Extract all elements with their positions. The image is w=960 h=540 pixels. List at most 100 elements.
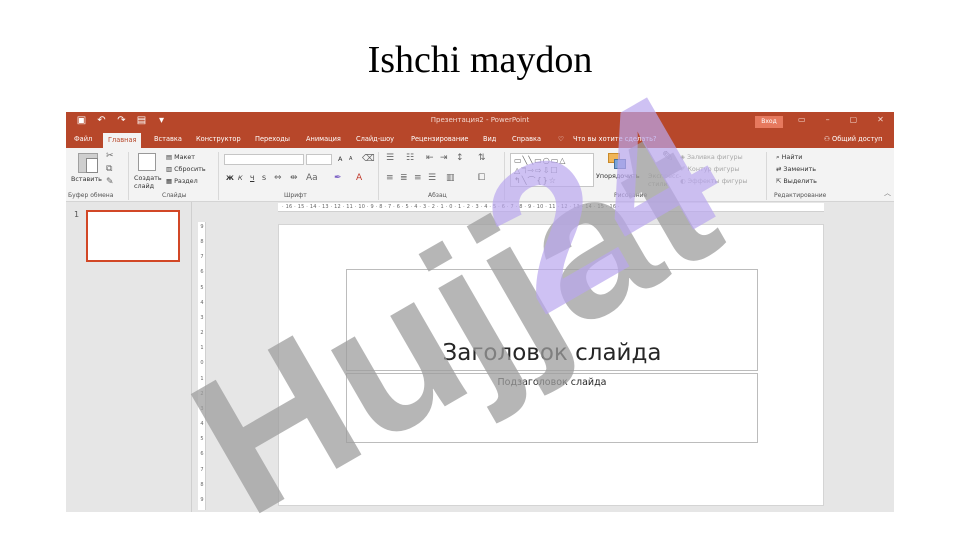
copy-icon[interactable]: ⧉ — [106, 164, 112, 174]
paste-button[interactable]: Вставить — [71, 175, 102, 183]
minimize-icon[interactable]: – — [826, 115, 830, 124]
ruler-tick-label: 8 — [200, 239, 204, 246]
arrange-button[interactable]: Упорядочить — [596, 172, 640, 180]
quick-styles-icon[interactable]: ✎ — [662, 150, 674, 164]
group-label-paragraph: Абзац — [428, 192, 447, 199]
underline-button[interactable]: Ч — [250, 174, 254, 182]
ruler-tick-label: 0 — [200, 360, 204, 367]
format-painter-icon[interactable]: ✎ — [106, 177, 114, 187]
ruler-tick-label: 9 — [200, 224, 204, 230]
tab-file[interactable]: Файл — [74, 135, 92, 143]
powerpoint-window: ▣ ↶ ↷ ▤ ▾ Презентация2 - PowerPoint Вход… — [66, 112, 894, 512]
bold-button[interactable]: Ж — [226, 174, 234, 182]
font-size-input[interactable] — [306, 154, 332, 165]
tab-insert[interactable]: Вставка — [154, 135, 182, 143]
tab-help[interactable]: Справка — [512, 135, 541, 143]
text-direction-icon[interactable]: ⇅ — [478, 153, 486, 163]
tab-animations[interactable]: Анимация — [306, 135, 341, 143]
reset-label: Сбросить — [174, 165, 206, 173]
align-left-icon[interactable]: ≡ — [386, 173, 394, 183]
justify-icon[interactable]: ☰ — [428, 173, 436, 183]
shadow-button[interactable]: S — [262, 174, 266, 182]
shape-effects-button[interactable]: ◐ Эффекты фигуры — [680, 177, 747, 185]
ruler-tick-label: 4 — [200, 421, 204, 428]
ruler-tick-label: 6 — [200, 269, 204, 276]
person-icon: ⚇ — [824, 135, 833, 143]
increase-font-size-button[interactable]: A — [338, 155, 342, 163]
decrease-indent-icon[interactable]: ⇤ — [426, 153, 434, 163]
tab-home[interactable]: Главная — [103, 133, 142, 148]
new-slide-button[interactable]: Создать слайд — [134, 174, 162, 190]
tab-view[interactable]: Вид — [483, 135, 496, 143]
ruler-tick-label: 6 — [200, 451, 204, 458]
share-button[interactable]: ⚇ Общий доступ — [824, 135, 882, 143]
reset-button[interactable]: ▥ Сбросить — [166, 165, 206, 173]
select-button[interactable]: ⇱ Выделить — [776, 177, 817, 185]
tab-design[interactable]: Конструктор — [196, 135, 241, 143]
reset-icon: ▥ — [166, 165, 175, 173]
ruler-tick-label: 2 — [200, 330, 204, 337]
section-button[interactable]: ▦ Раздел — [166, 177, 198, 185]
group-label-editing: Редактирование — [774, 192, 827, 199]
window-controls: ▭ – ▢ ✕ — [798, 115, 884, 124]
tell-me-input[interactable]: Что вы хотите сделать? — [573, 135, 656, 143]
subtitle-placeholder[interactable]: Подзаголовок слайда — [346, 373, 758, 443]
group-divider — [128, 152, 129, 200]
page-title: Ishchi maydon — [367, 39, 593, 81]
replace-button[interactable]: ⇄ Заменить — [776, 165, 816, 173]
slide-thumbnails-pane: 1 — [66, 202, 192, 512]
clear-formatting-icon[interactable]: ⌫ — [362, 154, 375, 164]
bullets-icon[interactable]: ☰ — [386, 153, 394, 163]
close-icon[interactable]: ✕ — [877, 115, 884, 124]
smartart-icon[interactable]: ⧠ — [478, 173, 485, 183]
shape-fill-button[interactable]: ◈ Заливка фигуры — [680, 153, 743, 161]
collapse-ribbon-icon[interactable]: ︿ — [884, 188, 891, 198]
line-spacing-icon[interactable]: ↕ — [456, 153, 464, 163]
group-label-slides: Слайды — [162, 192, 187, 199]
group-divider — [218, 152, 219, 200]
decrease-font-size-button[interactable]: A — [349, 156, 352, 162]
tab-transitions[interactable]: Переходы — [255, 135, 290, 143]
shapes-gallery[interactable]: ▭╲╲▭○▭△ △ℸ⇾⇨⇩☐ ↰╲⌒{}☆ — [510, 153, 594, 187]
section-label: Раздел — [174, 177, 198, 185]
paste-icon[interactable] — [78, 153, 98, 173]
strikethrough-icon[interactable]: ⇔ — [274, 173, 282, 183]
columns-icon[interactable]: ▥ — [446, 173, 455, 183]
vertical-ruler: 9 8 7 6 5 4 3 2 1 0 1 2 3 4 5 6 7 8 9 — [198, 222, 206, 510]
find-button[interactable]: ⌕ Найти — [776, 153, 802, 162]
slide-thumbnail[interactable] — [86, 210, 180, 262]
ribbon-display-icon[interactable]: ▭ — [798, 115, 806, 124]
title-bar: ▣ ↶ ↷ ▤ ▾ Презентация2 - PowerPoint Вход… — [66, 112, 894, 132]
ribbon: Вставить ✂ ⧉ ✎ Буфер обмена Создать слай… — [66, 148, 894, 202]
numbering-icon[interactable]: ☷ — [406, 153, 414, 163]
title-placeholder[interactable]: Заголовок слайда — [346, 269, 758, 371]
change-case-icon[interactable]: Aa — [306, 173, 318, 183]
cut-icon[interactable]: ✂ — [106, 151, 114, 161]
shape-outline-button[interactable]: ✐ Контур фигуры — [680, 165, 739, 173]
align-right-icon[interactable]: ≡ — [414, 173, 422, 183]
char-spacing-icon[interactable]: ⇹ — [290, 173, 298, 183]
ruler-tick-label: 1 — [200, 345, 204, 352]
increase-indent-icon[interactable]: ⇥ — [440, 153, 448, 163]
tab-slideshow[interactable]: Слайд-шоу — [356, 135, 394, 143]
maximize-icon[interactable]: ▢ — [850, 115, 858, 124]
font-name-input[interactable] — [224, 154, 304, 165]
ruler-tick-label: 3 — [200, 405, 204, 412]
ruler-tick-label: 3 — [200, 314, 204, 321]
subtitle-placeholder-text: Подзаголовок слайда — [497, 377, 607, 388]
group-divider — [378, 152, 379, 200]
group-label-font: Шрифт — [284, 192, 307, 199]
highlight-icon[interactable]: ✒ — [334, 173, 342, 183]
align-center-icon[interactable]: ≣ — [400, 173, 408, 183]
shape-effects-label: Эффекты фигуры — [687, 177, 748, 185]
layout-icon: ▤ — [166, 153, 175, 161]
arrange-icon[interactable] — [608, 153, 626, 169]
quick-styles-button[interactable]: Экспресс-стили — [648, 172, 681, 188]
layout-button[interactable]: ▤ Макет — [166, 153, 195, 161]
font-color-icon[interactable]: A — [356, 173, 362, 183]
italic-button[interactable]: К — [238, 174, 243, 182]
sign-in-button[interactable]: Вход — [755, 116, 783, 128]
title-placeholder-text: Заголовок слайда — [442, 340, 662, 366]
tab-review[interactable]: Рецензирование — [411, 135, 468, 143]
new-slide-icon[interactable] — [138, 153, 156, 171]
